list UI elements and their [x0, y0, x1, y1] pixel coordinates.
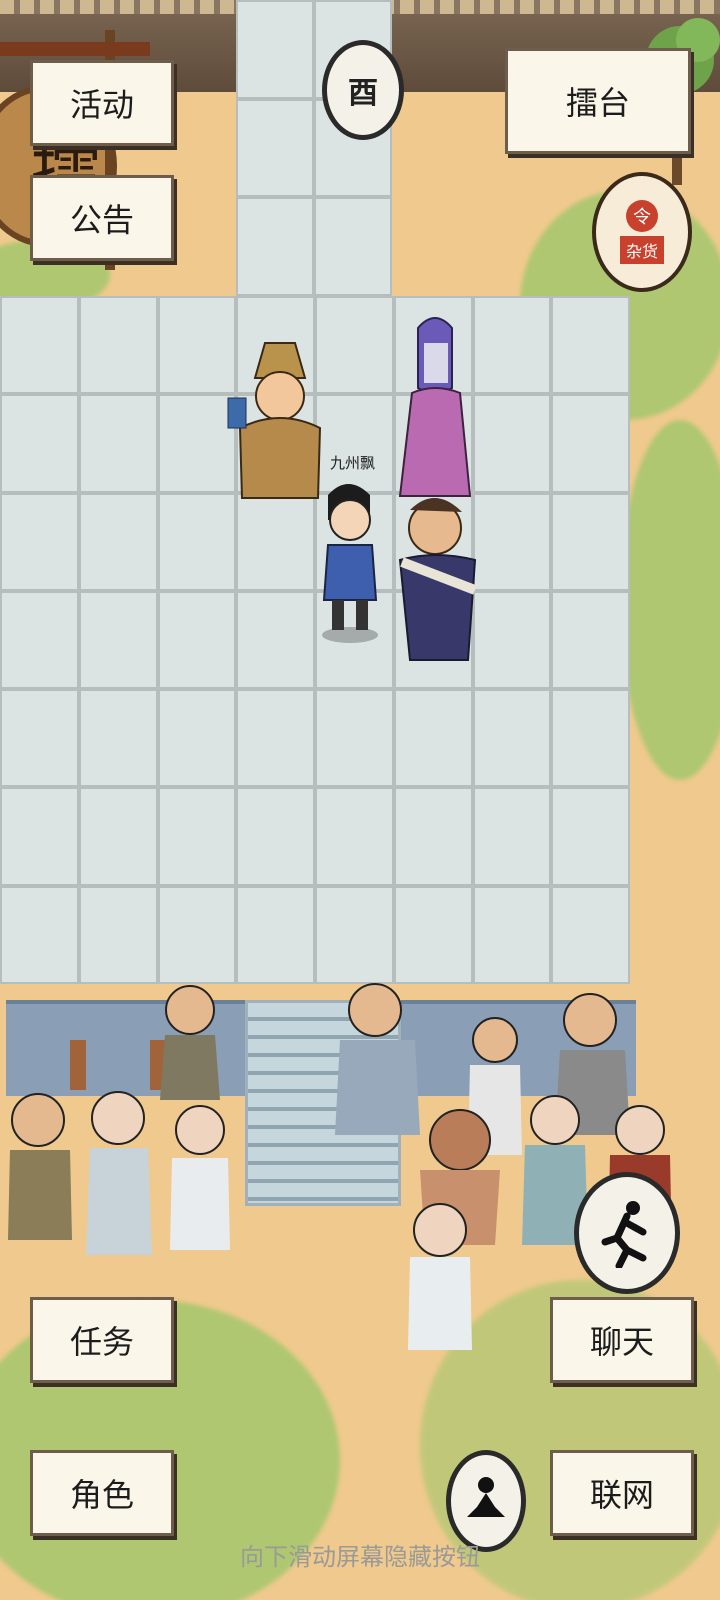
swipe-hide-hint: 向下滑动屏幕隐藏按钮: [240, 1543, 480, 1571]
announcement-button[interactable]: 公告: [30, 175, 174, 261]
npc-veiled-lady[interactable]: [390, 308, 480, 503]
general-store-icon[interactable]: 令 杂货: [592, 172, 692, 292]
west-gate-marker-icon[interactable]: 酉: [322, 40, 404, 140]
npc-laughing-swordsman[interactable]: [380, 490, 495, 670]
npc-crowd-group-left: [8, 985, 230, 1255]
activity-button[interactable]: 活动: [30, 60, 174, 146]
arena-button[interactable]: 擂台: [505, 48, 691, 154]
chat-button[interactable]: 聊天: [550, 1297, 694, 1383]
role-button[interactable]: 角色: [30, 1450, 174, 1536]
player-name-label: 九州飘: [330, 454, 376, 472]
network-button[interactable]: 联网: [550, 1450, 694, 1536]
player-character[interactable]: [308, 475, 388, 645]
run-toggle-icon[interactable]: [574, 1172, 680, 1294]
task-button[interactable]: 任务: [30, 1297, 174, 1383]
